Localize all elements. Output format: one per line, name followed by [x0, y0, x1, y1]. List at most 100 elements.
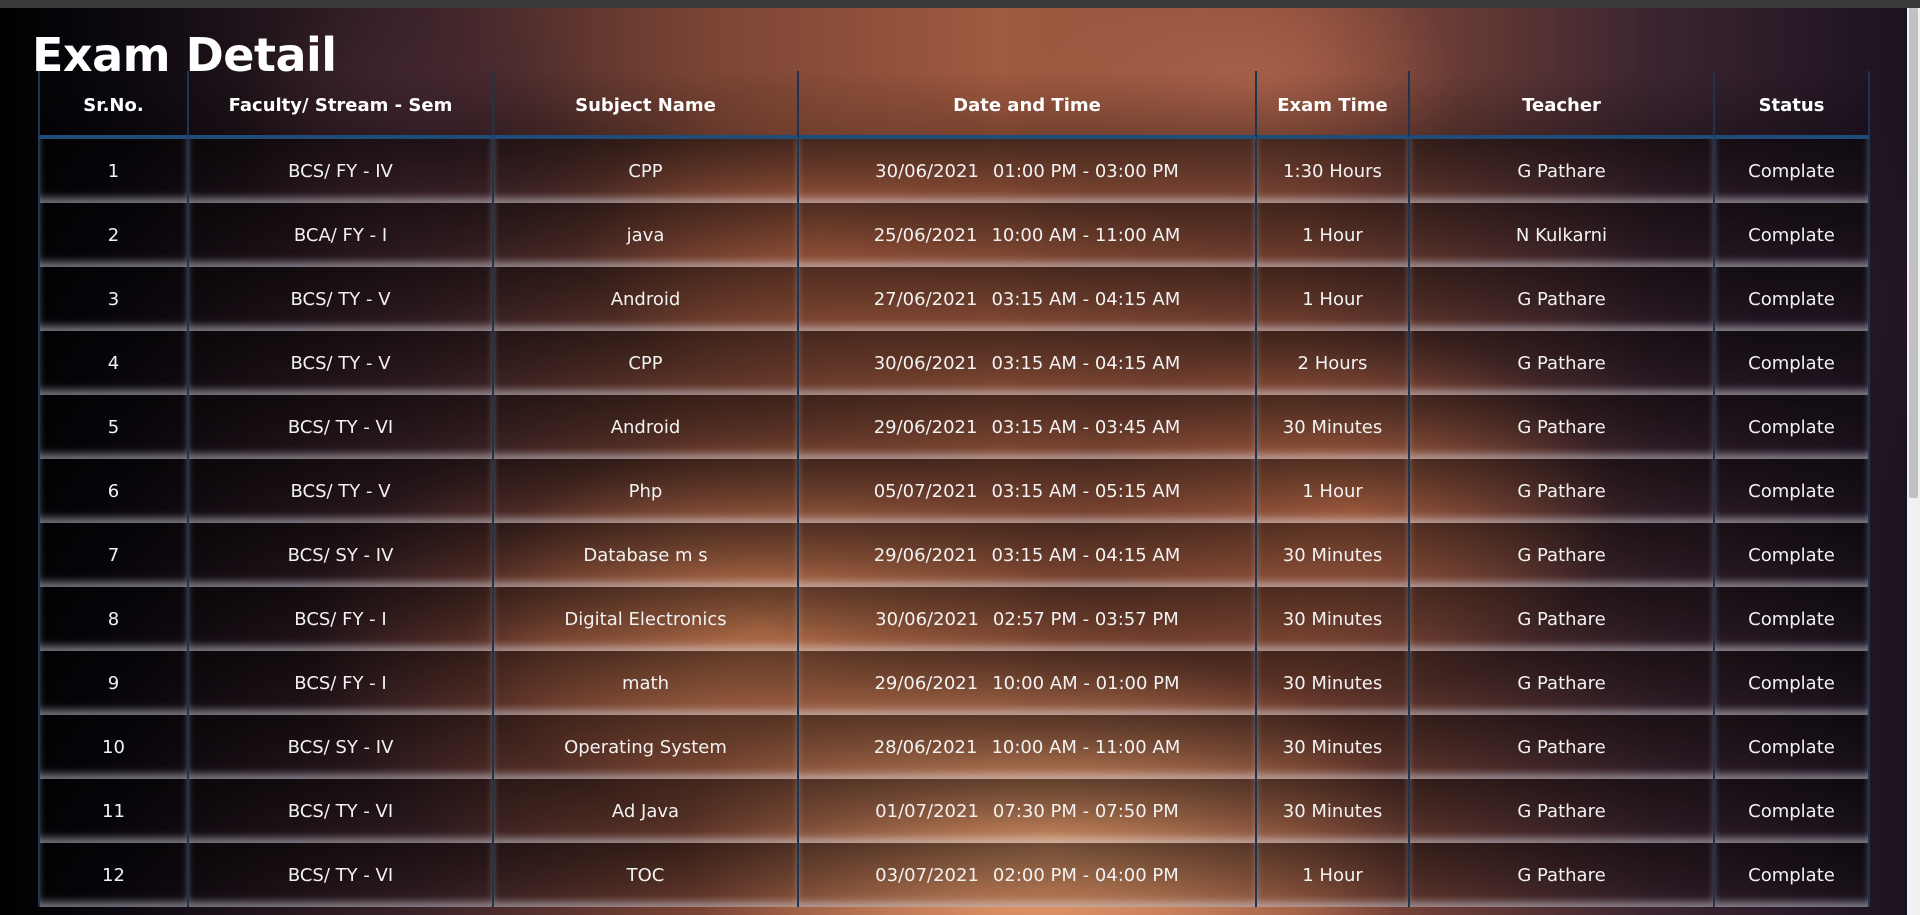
cell-teacher: G Pathare: [1410, 587, 1715, 651]
cell-teacher: G Pathare: [1410, 715, 1715, 779]
exam-time-range: 01:00 PM - 03:00 PM: [992, 160, 1179, 182]
cell-sr-no: 3: [38, 267, 189, 331]
cell-status: Complate: [1715, 459, 1870, 523]
cell-teacher: G Pathare: [1410, 395, 1715, 459]
cell-sr-no: 6: [38, 459, 189, 523]
cell-status: Complate: [1715, 779, 1870, 843]
header-date-and-time: Date and Time: [799, 71, 1257, 139]
exam-table-body: 1 BCS/ FY - IV CPP 30/06/2021 01:00 PM - 03:…: [38, 139, 1870, 907]
cell-exam-time: 1 Hour: [1257, 267, 1410, 331]
exam-date: 30/06/2021: [875, 160, 979, 182]
cell-subject-name: Android: [494, 395, 799, 459]
exam-date: 28/06/2021: [873, 736, 978, 758]
exam-date: 29/06/2021: [873, 544, 978, 566]
cell-teacher: G Pathare: [1410, 779, 1715, 843]
page-title: Exam Detail: [32, 28, 337, 82]
cell-date-and-time: 28/06/2021 10:00 AM - 11:00 AM: [799, 715, 1257, 779]
cell-teacher: G Pathare: [1410, 843, 1715, 907]
cell-date-and-time: 30/06/2021 02:57 PM - 03:57 PM: [799, 587, 1257, 651]
cell-teacher: G Pathare: [1410, 331, 1715, 395]
cell-faculty-stream-sem: BCS/ TY - V: [189, 267, 494, 331]
table-row: 11 BCS/ TY - VI Ad Java 01/07/2021 07:30 PM …: [38, 779, 1870, 843]
table-row: 10 BCS/ SY - IV Operating System 28/06/2021…: [38, 715, 1870, 779]
cell-teacher: G Pathare: [1410, 459, 1715, 523]
cell-sr-no: 12: [38, 843, 189, 907]
cell-date-and-time: 29/06/2021 03:15 AM - 03:45 AM: [799, 395, 1257, 459]
cell-date-and-time: 01/07/2021 07:30 PM - 07:50 PM: [799, 779, 1257, 843]
cell-subject-name: Digital Electronics: [494, 587, 799, 651]
scrollbar-thumb[interactable]: [1909, 8, 1918, 498]
exam-date: 25/06/2021: [873, 224, 978, 246]
vertical-scrollbar[interactable]: [1907, 8, 1920, 915]
cell-exam-time: 2 Hours: [1257, 331, 1410, 395]
cell-teacher: G Pathare: [1410, 267, 1715, 331]
cell-subject-name: math: [494, 651, 799, 715]
cell-faculty-stream-sem: BCS/ TY - V: [189, 459, 494, 523]
cell-sr-no: 9: [38, 651, 189, 715]
cell-exam-time: 30 Minutes: [1257, 395, 1410, 459]
header-subject-name: Subject Name: [494, 71, 799, 139]
cell-faculty-stream-sem: BCS/ SY - IV: [189, 715, 494, 779]
exam-date: 03/07/2021: [875, 864, 979, 886]
exam-date: 05/07/2021: [873, 480, 978, 502]
header-status: Status: [1715, 71, 1870, 139]
exam-time-range: 02:00 PM - 04:00 PM: [992, 864, 1179, 886]
cell-teacher: N Kulkarni: [1410, 203, 1715, 267]
cell-status: Complate: [1715, 651, 1870, 715]
exam-date: 01/07/2021: [875, 800, 979, 822]
cell-exam-time: 1 Hour: [1257, 203, 1410, 267]
page-background: Exam Detail Sr.No. Faculty/ Stream - Sem…: [0, 8, 1907, 915]
cell-faculty-stream-sem: BCS/ TY - VI: [189, 395, 494, 459]
cell-subject-name: Php: [494, 459, 799, 523]
cell-exam-time: 30 Minutes: [1257, 523, 1410, 587]
exam-date: 29/06/2021: [874, 672, 979, 694]
table-row: 5 BCS/ TY - VI Android 29/06/2021 03:15 AM -…: [38, 395, 1870, 459]
cell-teacher: G Pathare: [1410, 139, 1715, 203]
cell-exam-time: 1 Hour: [1257, 843, 1410, 907]
cell-faculty-stream-sem: BCS/ TY - VI: [189, 779, 494, 843]
cell-faculty-stream-sem: BCS/ FY - I: [189, 587, 494, 651]
table-row: 7 BCS/ SY - IV Database m s 29/06/2021 03:15…: [38, 523, 1870, 587]
cell-date-and-time: 03/07/2021 02:00 PM - 04:00 PM: [799, 843, 1257, 907]
exam-time-range: 10:00 AM - 01:00 PM: [992, 672, 1180, 694]
exam-date: 30/06/2021: [873, 352, 978, 374]
table-row: 2 BCA/ FY - Ijava 25/06/2021 10:00 AM - 11:…: [38, 203, 1870, 267]
cell-sr-no: 8: [38, 587, 189, 651]
cell-sr-no: 1: [38, 139, 189, 203]
cell-faculty-stream-sem: BCS/ TY - V: [189, 331, 494, 395]
exam-date: 30/06/2021: [875, 608, 979, 630]
table-row: 3 BCS/ TY - V Android 27/06/2021 03:15 AM - …: [38, 267, 1870, 331]
cell-exam-time: 30 Minutes: [1257, 779, 1410, 843]
cell-status: Complate: [1715, 267, 1870, 331]
cell-status: Complate: [1715, 395, 1870, 459]
table-row: 1 BCS/ FY - IV CPP 30/06/2021 01:00 PM - 03:…: [38, 139, 1870, 203]
exam-time-range: 03:15 AM - 05:15 AM: [991, 480, 1181, 502]
cell-subject-name: Android: [494, 267, 799, 331]
cell-sr-no: 2: [38, 203, 189, 267]
exam-time-range: 03:15 AM - 04:15 AM: [991, 352, 1181, 374]
cell-teacher: G Pathare: [1410, 523, 1715, 587]
cell-subject-name: CPP: [494, 139, 799, 203]
cell-status: Complate: [1715, 203, 1870, 267]
cell-subject-name: Operating System: [494, 715, 799, 779]
cell-sr-no: 4: [38, 331, 189, 395]
cell-exam-time: 30 Minutes: [1257, 651, 1410, 715]
cell-exam-time: 30 Minutes: [1257, 715, 1410, 779]
cell-exam-time: 1 Hour: [1257, 459, 1410, 523]
exam-time-range: 03:15 AM - 03:45 AM: [991, 416, 1181, 438]
exam-time-range: 03:15 AM - 04:15 AM: [991, 288, 1181, 310]
cell-teacher: G Pathare: [1410, 651, 1715, 715]
cell-faculty-stream-sem: BCS/ FY - I: [189, 651, 494, 715]
exam-time-range: 10:00 AM - 11:00 AM: [991, 224, 1181, 246]
exam-time-range: 02:57 PM - 03:57 PM: [992, 608, 1179, 630]
exam-time-range: 07:30 PM - 07:50 PM: [992, 800, 1179, 822]
cell-status: Complate: [1715, 843, 1870, 907]
header-teacher: Teacher: [1410, 71, 1715, 139]
cell-exam-time: 30 Minutes: [1257, 587, 1410, 651]
cell-date-and-time: 27/06/2021 03:15 AM - 04:15 AM: [799, 267, 1257, 331]
cell-date-and-time: 30/06/2021 03:15 AM - 04:15 AM: [799, 331, 1257, 395]
cell-status: Complate: [1715, 587, 1870, 651]
cell-sr-no: 5: [38, 395, 189, 459]
exam-date: 29/06/2021: [873, 416, 978, 438]
cell-date-and-time: 05/07/2021 03:15 AM - 05:15 AM: [799, 459, 1257, 523]
